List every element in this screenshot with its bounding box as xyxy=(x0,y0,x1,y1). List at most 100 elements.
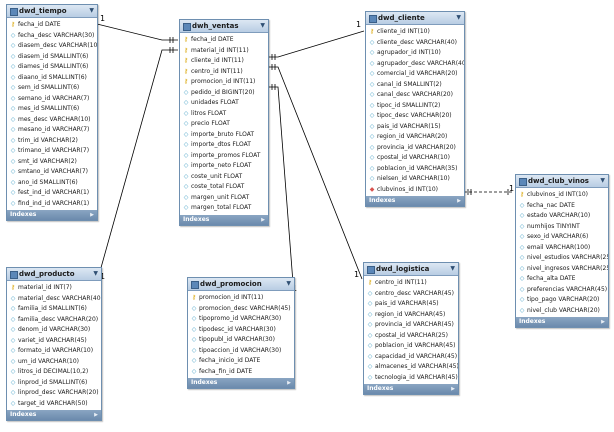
column-row[interactable]: ◇ promocion_desc VARCHAR(45) xyxy=(191,304,294,315)
chevron-down-icon[interactable]: ▼ xyxy=(450,263,455,275)
chevron-down-icon[interactable]: ▼ xyxy=(89,5,94,17)
column-row[interactable]: ◇ capacidad_id VARCHAR(45) xyxy=(367,352,458,363)
column-row[interactable]: ◇ centro_desc VARCHAR(45) xyxy=(367,289,458,300)
indexes-footer[interactable]: Indexes ▶ xyxy=(180,214,268,225)
table-dwd-promocion[interactable]: dwd_promocion ▼ ⚷ promocion_id INT(11) ◇ pr… xyxy=(187,277,295,389)
column-row[interactable]: ◇ tipoaccion_id VARCHAR(30) xyxy=(191,346,294,357)
column-row[interactable]: ◇ comercial_id VARCHAR(20) xyxy=(369,69,464,80)
column-row[interactable]: ◇ pais_id VARCHAR(45) xyxy=(367,299,458,310)
column-row[interactable]: ◇ cliente_desc VARCHAR(40) xyxy=(369,38,464,49)
column-row[interactable]: ◇ trimano_id VARCHAR(7) xyxy=(10,146,97,157)
table-header[interactable]: dwd_tiempo ▼ xyxy=(7,5,97,18)
column-row[interactable]: ◇ smtano_id VARCHAR(7) xyxy=(10,167,97,178)
column-row[interactable]: ◇ semano_id VARCHAR(7) xyxy=(10,94,97,105)
column-row[interactable]: ◇ diaano_id SMALLINT(6) xyxy=(10,73,97,84)
column-row[interactable]: ◇ tipo_pago VARCHAR(20) xyxy=(519,295,608,306)
table-header[interactable]: dwd_logistica ▼ xyxy=(364,263,458,276)
chevron-down-icon[interactable]: ▼ xyxy=(93,268,98,280)
column-row[interactable]: ◇ unidades FLOAT xyxy=(183,98,268,109)
indexes-footer[interactable]: Indexes ▶ xyxy=(7,410,101,420)
column-row[interactable]: ◇ variet_id VARCHAR(45) xyxy=(10,336,101,347)
column-row[interactable]: ◇ tecnologia_id VARCHAR(45) xyxy=(367,373,458,384)
column-row[interactable]: ⚷ cliente_id INT(11) xyxy=(183,56,268,67)
column-row[interactable]: ◇ importe_promos FLOAT xyxy=(183,151,268,162)
column-row[interactable]: ⚷ material_id INT(7) xyxy=(10,283,101,294)
column-row[interactable]: ◇ canal_id SMALLINT(2) xyxy=(369,80,464,91)
column-row[interactable]: ◇ nivel_estudios VARCHAR(25) xyxy=(519,253,608,264)
indexes-footer[interactable]: Indexes ▶ xyxy=(516,317,608,327)
column-row[interactable]: ◇ target_id VARCHAR(50) xyxy=(10,399,101,410)
column-row[interactable]: ◇ familia_desc VARCHAR(20) xyxy=(10,315,101,326)
column-row[interactable]: ⚷ clubvinos_id INT(10) xyxy=(519,190,608,201)
column-row[interactable]: ◇ estado VARCHAR(10) xyxy=(519,211,608,222)
table-header[interactable]: dwd_promocion ▼ xyxy=(188,278,294,291)
column-row[interactable]: ⚷ material_id INT(11) xyxy=(183,46,268,57)
column-row[interactable]: ◇ diames_id SMALLINT(6) xyxy=(10,62,97,73)
column-row[interactable]: ◇ margen_total FLOAT xyxy=(183,203,268,214)
column-row[interactable]: ◇ provincia_id VARCHAR(45) xyxy=(367,320,458,331)
indexes-footer[interactable]: Indexes ▶ xyxy=(364,384,458,394)
table-header[interactable]: dwd_producto ▼ xyxy=(7,268,101,281)
column-row[interactable]: ◇ importe_dtos FLOAT xyxy=(183,140,268,151)
column-row[interactable]: ◇ cpostal_id VARCHAR(25) xyxy=(367,331,458,342)
column-row[interactable]: ◇ agrupador_id INT(10) xyxy=(369,48,464,59)
column-row[interactable]: ◇ fecha_alta DATE xyxy=(519,274,608,285)
column-row[interactable]: ◇ tipopromo_id VARCHAR(30) xyxy=(191,314,294,325)
column-row[interactable]: ◇ fecha_nac DATE xyxy=(519,201,608,212)
column-row[interactable]: ◇ litros_id DECIMAL(10,2) xyxy=(10,367,101,378)
column-row[interactable]: ◇ mes_id SMALLINT(6) xyxy=(10,104,97,115)
column-row[interactable]: ◇ mesano_id VARCHAR(7) xyxy=(10,125,97,136)
column-row[interactable]: ◇ denom_id VARCHAR(30) xyxy=(10,325,101,336)
indexes-footer[interactable]: Indexes ▶ xyxy=(366,196,464,206)
column-row[interactable]: ◇ linprod_id SMALLINT(6) xyxy=(10,378,101,389)
column-row[interactable]: ◇ numhijos TINYINT xyxy=(519,222,608,233)
column-row[interactable]: ◇ um_id VARCHAR(10) xyxy=(10,357,101,368)
column-row[interactable]: ◇ coste_total FLOAT xyxy=(183,182,268,193)
column-row[interactable]: ◇ cpostal_id VARCHAR(10) xyxy=(369,153,464,164)
table-dwd-cliente[interactable]: dwd_cliente ▼ ⚷ cliente_id INT(10) ◇ client… xyxy=(365,11,465,207)
column-row[interactable]: ◇ poblacion_id VARCHAR(35) xyxy=(369,164,464,175)
chevron-down-icon[interactable]: ▼ xyxy=(260,20,265,32)
table-dwh-ventas[interactable]: dwh_ventas ▼ ⚷ fecha_id DATE ⚷ material_id … xyxy=(179,19,269,226)
column-row[interactable]: ◇ pais_id VARCHAR(15) xyxy=(369,122,464,133)
column-row[interactable]: ◇ importe_bruto FLOAT xyxy=(183,130,268,141)
column-row[interactable]: ◇ fecha_fin_id DATE xyxy=(191,367,294,378)
column-row[interactable]: ◇ provincia_id VARCHAR(20) xyxy=(369,143,464,154)
column-row[interactable]: ◇ tipoc_desc VARCHAR(20) xyxy=(369,111,464,122)
column-row[interactable]: ◇ formato_id VARCHAR(10) xyxy=(10,346,101,357)
table-header[interactable]: dwd_cliente ▼ xyxy=(366,12,464,25)
column-row[interactable]: ◇ preferencias VARCHAR(45) xyxy=(519,285,608,296)
indexes-footer[interactable]: Indexes ▶ xyxy=(188,378,294,388)
column-row[interactable]: ◇ material_desc VARCHAR(40) xyxy=(10,294,101,305)
table-header[interactable]: dwh_ventas ▼ xyxy=(180,20,268,33)
column-row[interactable]: ◇ agrupador_desc VARCHAR(40) xyxy=(369,59,464,70)
column-row[interactable]: ◇ canal_desc VARCHAR(20) xyxy=(369,90,464,101)
column-row[interactable]: ◇ nivel_ingresos VARCHAR(25) xyxy=(519,264,608,275)
column-row[interactable]: ⚷ fecha_id DATE xyxy=(10,20,97,31)
column-row[interactable]: ◆ clubvinos_id INT(10) xyxy=(369,185,464,196)
column-row[interactable]: ◇ almacenes_id VARCHAR(45) xyxy=(367,362,458,373)
column-row[interactable]: ◇ familia_id SMALLINT(6) xyxy=(10,304,101,315)
column-row[interactable]: ◇ email VARCHAR(100) xyxy=(519,243,608,254)
column-row[interactable]: ◇ ano_id SMALLINT(6) xyxy=(10,178,97,189)
chevron-down-icon[interactable]: ▼ xyxy=(600,175,605,187)
column-row[interactable]: ◇ precio FLOAT xyxy=(183,119,268,130)
column-row[interactable]: ◇ linprod_desc VARCHAR(20) xyxy=(10,388,101,399)
column-row[interactable]: ◇ smt_id VARCHAR(2) xyxy=(10,157,97,168)
column-row[interactable]: ◇ find_ind_id VARCHAR(1) xyxy=(10,199,97,210)
column-row[interactable]: ⚷ fecha_id DATE xyxy=(183,35,268,46)
column-row[interactable]: ⚷ centro_id INT(11) xyxy=(183,67,268,78)
column-row[interactable]: ◇ region_id VARCHAR(20) xyxy=(369,132,464,143)
column-row[interactable]: ◇ trim_id VARCHAR(2) xyxy=(10,136,97,147)
column-row[interactable]: ◇ tipoc_id SMALLINT(2) xyxy=(369,101,464,112)
column-row[interactable]: ◇ litros FLOAT xyxy=(183,109,268,120)
table-dwd-tiempo[interactable]: dwd_tiempo ▼ ⚷ fecha_id DATE ◇ fecha_desc V… xyxy=(6,4,98,221)
column-row[interactable]: ◇ coste_unit FLOAT xyxy=(183,172,268,183)
column-row[interactable]: ◇ diasem_desc VARCHAR(10) xyxy=(10,41,97,52)
column-row[interactable]: ◇ fecha_desc VARCHAR(30) xyxy=(10,31,97,42)
column-row[interactable]: ◇ nivel_club VARCHAR(20) xyxy=(519,306,608,317)
chevron-down-icon[interactable]: ▼ xyxy=(456,12,461,24)
column-row[interactable]: ◇ region_id VARCHAR(45) xyxy=(367,310,458,321)
table-dwd-logistica[interactable]: dwd_logistica ▼ ⚷ centro_id INT(11) ◇ centr… xyxy=(363,262,459,395)
indexes-footer[interactable]: Indexes ▶ xyxy=(7,210,97,220)
